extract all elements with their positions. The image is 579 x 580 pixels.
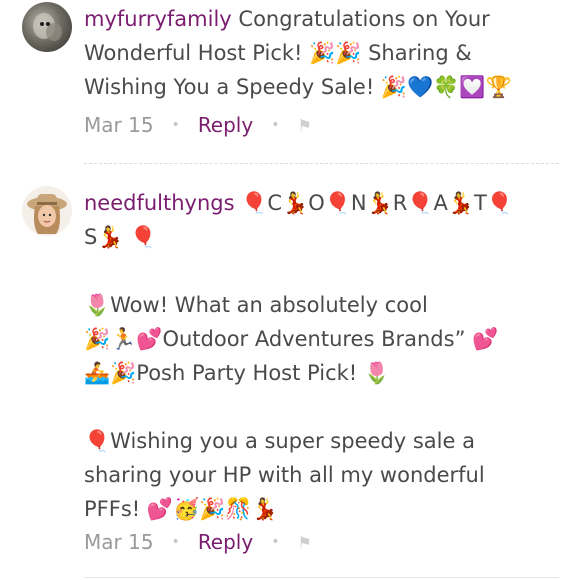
comment-date: Mar 15: [84, 113, 154, 137]
comment-text: 🎈C💃O🎈N💃R🎈A💃T🎈 S💃 🎈 🌷Wow! What an absolut…: [84, 191, 513, 521]
separator-dot: •: [271, 534, 280, 550]
avatar[interactable]: [22, 186, 72, 236]
woman-hat-icon: [27, 194, 67, 234]
comment-meta: Mar 15 • Reply • ⚑: [84, 113, 312, 137]
comment-date: Mar 15: [84, 530, 154, 554]
separator-dot: •: [171, 534, 180, 550]
flag-icon[interactable]: ⚑: [297, 116, 311, 135]
comment-meta: Mar 15 • Reply • ⚑: [84, 530, 312, 554]
comment-divider: [84, 577, 559, 578]
avatar[interactable]: [22, 2, 72, 52]
comment-body: myfurryfamily Congratulations on Your Wo…: [84, 2, 554, 104]
separator-dot: •: [171, 117, 180, 133]
separator-dot: •: [271, 117, 280, 133]
comment-username[interactable]: needfulthyngs: [84, 191, 235, 215]
flag-icon[interactable]: ⚑: [297, 533, 311, 552]
dog-photo-icon: [33, 13, 62, 41]
comment-divider: [84, 163, 559, 164]
comment-body: needfulthyngs 🎈C💃O🎈N💃R🎈A💃T🎈 S💃 🎈 🌷Wow! W…: [84, 186, 554, 526]
comment-username[interactable]: myfurryfamily: [84, 7, 232, 31]
reply-button[interactable]: Reply: [198, 113, 253, 137]
reply-button[interactable]: Reply: [198, 530, 253, 554]
